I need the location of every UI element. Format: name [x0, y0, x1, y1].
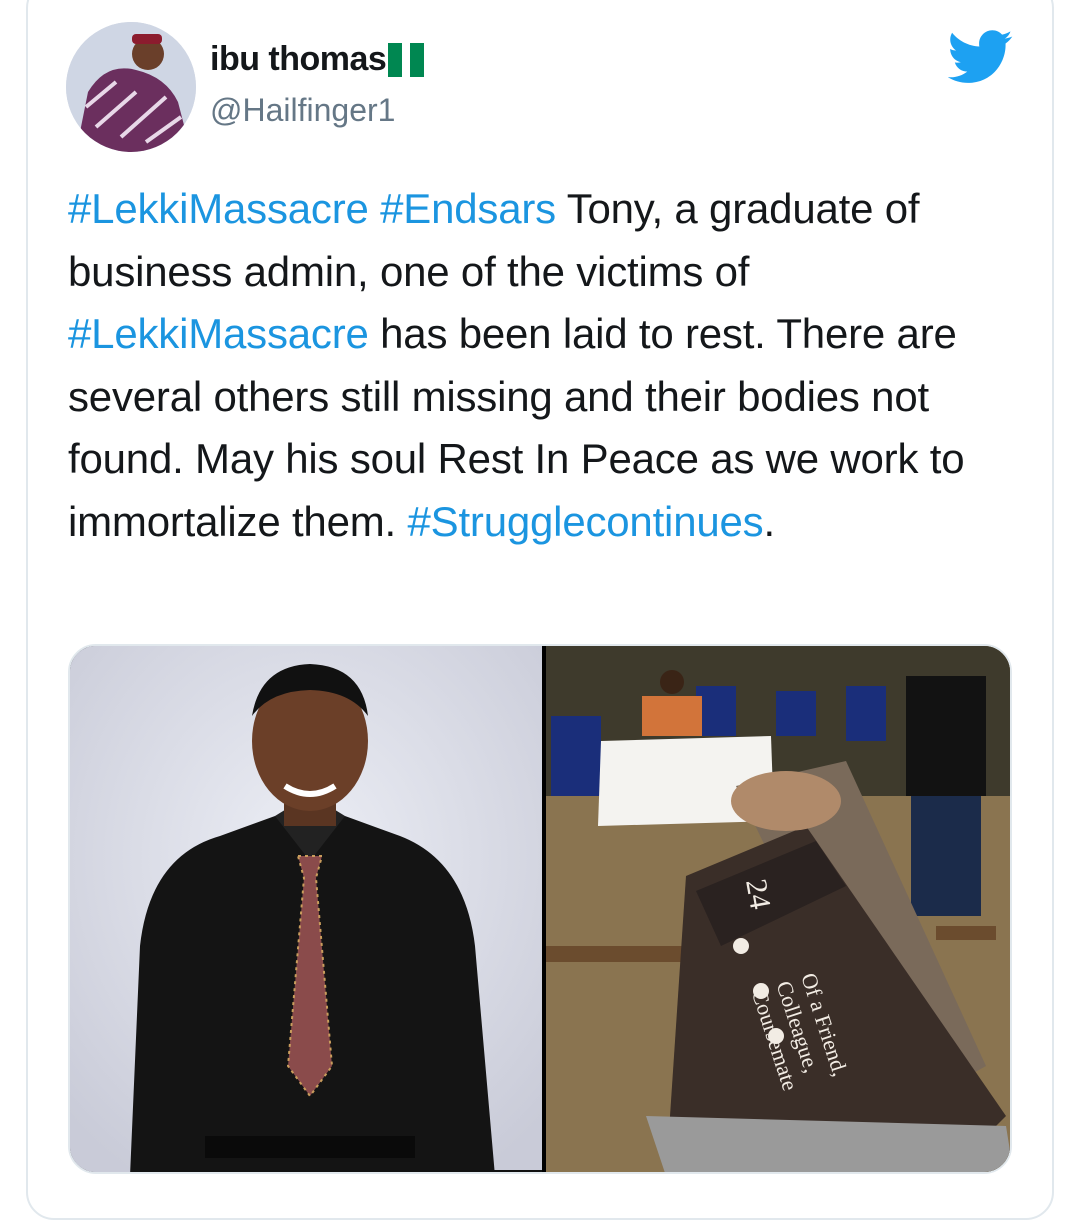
coffin-text-age: 24: [739, 876, 777, 911]
hashtag-link[interactable]: #LekkiMassacre: [68, 310, 369, 357]
display-name-text: ibu thomas: [210, 40, 387, 78]
portrait-photo: [70, 646, 542, 1172]
avatar-photo: [66, 22, 196, 152]
twitter-bird-icon[interactable]: [948, 30, 1014, 84]
hashtag-link[interactable]: #LekkiMassacre: [68, 185, 369, 232]
media-photo-funeral[interactable]: Of a Friend, Colleague, Coursemate 24: [546, 646, 1010, 1172]
hashtag-link[interactable]: #Endsars: [380, 185, 556, 232]
display-name[interactable]: ibu thomas: [210, 40, 425, 79]
avatar[interactable]: [66, 22, 196, 152]
media-photo-portrait[interactable]: [70, 646, 542, 1172]
tweet-text-segment: [369, 185, 380, 232]
tweet-text-segment: .: [763, 497, 775, 545]
tweet-body: #LekkiMassacre #Endsars Tony, a graduate…: [68, 178, 988, 553]
media-grid[interactable]: Of a Friend, Colleague, Coursemate 24: [68, 644, 1012, 1174]
nigeria-flag-icon: [388, 42, 425, 77]
user-handle[interactable]: @Hailfinger1: [210, 92, 395, 129]
funeral-photo: Of a Friend, Colleague, Coursemate 24: [546, 646, 1010, 1172]
hashtag-link[interactable]: #Strugglecontinues: [407, 498, 763, 545]
